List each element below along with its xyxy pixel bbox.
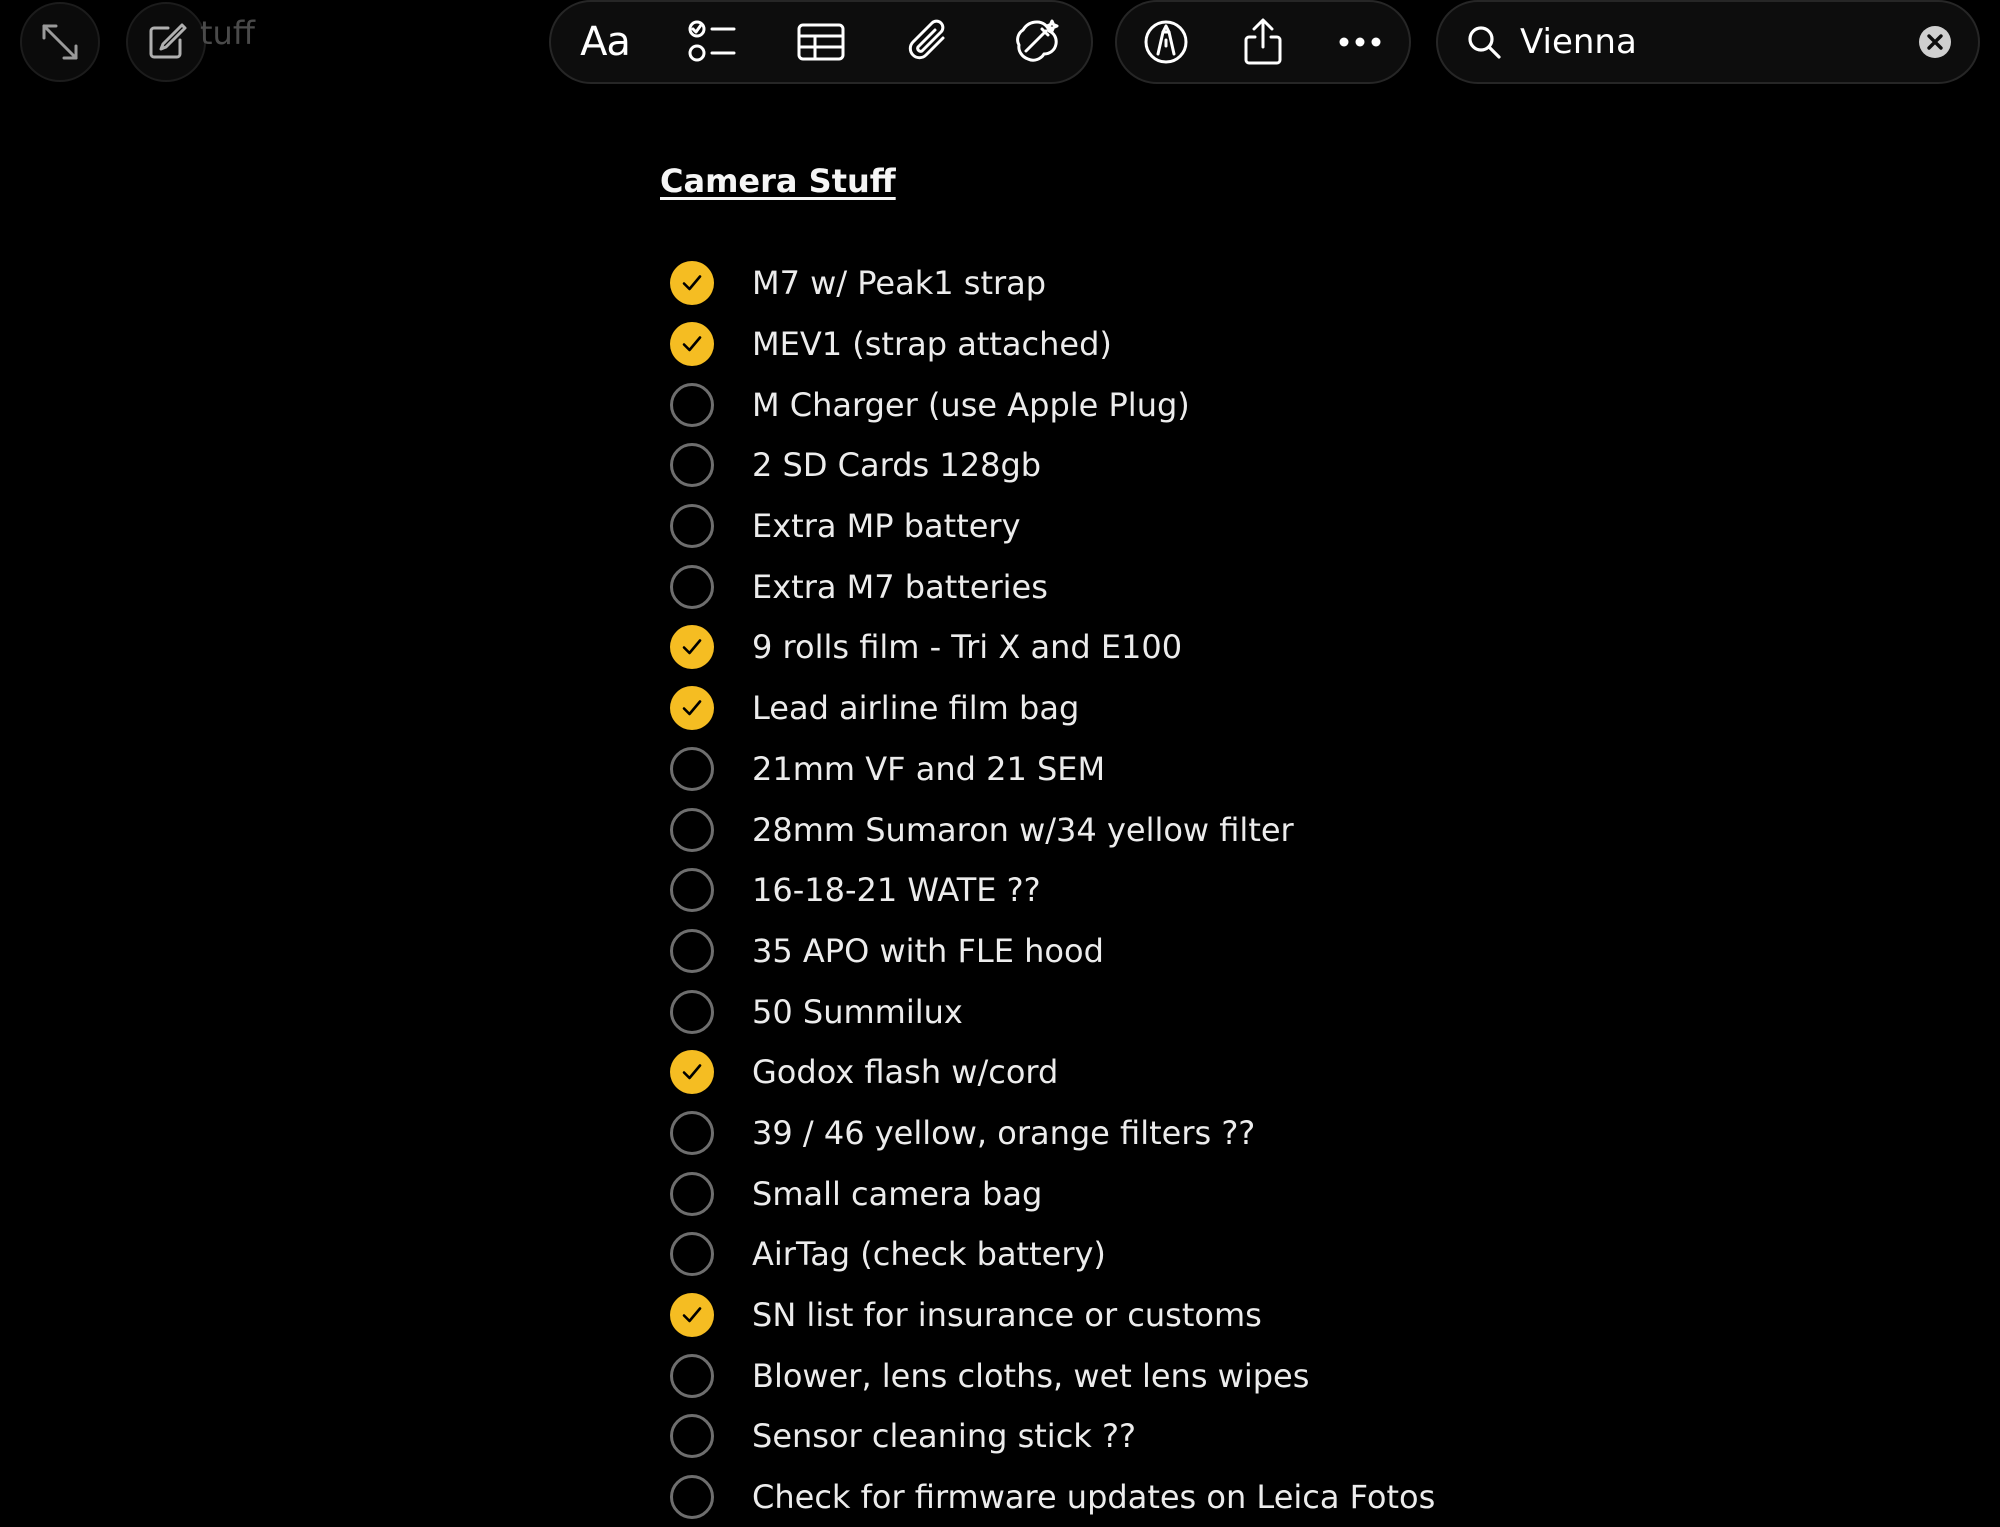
checklist-item-text[interactable]: Lead airline film bag xyxy=(752,689,1079,727)
search-icon xyxy=(1468,26,1501,59)
new-note-button[interactable] xyxy=(126,2,206,82)
checklist-item-text[interactable]: MEV1 (strap attached) xyxy=(752,325,1112,363)
checkbox-unchecked[interactable] xyxy=(670,504,714,549)
checklist-item-8[interactable]: Lead airline film bag xyxy=(670,678,1435,739)
checklist-item-text[interactable]: Sensor cleaning stick ?? xyxy=(752,1417,1136,1455)
checkbox-unchecked[interactable] xyxy=(670,1414,714,1459)
checklist-item-20[interactable]: Sensor cleaning stick ?? xyxy=(670,1406,1435,1467)
writing-tools-icon xyxy=(1016,19,1059,62)
search-input[interactable]: Vienna xyxy=(1520,22,1918,62)
checklist-button[interactable] xyxy=(659,2,767,82)
checklist-icon xyxy=(688,20,736,62)
checklist-item-text[interactable]: 28mm Sumaron w/34 yellow filter xyxy=(752,811,1294,849)
checkbox-checked[interactable] xyxy=(670,1293,714,1338)
checklist-item-text[interactable]: AirTag (check battery) xyxy=(752,1235,1106,1273)
checkbox-unchecked[interactable] xyxy=(670,1110,714,1155)
checkbox-checked[interactable] xyxy=(670,1050,714,1095)
checklist-item-text[interactable]: M Charger (use Apple Plug) xyxy=(752,386,1190,424)
checkmark-icon xyxy=(682,639,702,655)
checklist-item-13[interactable]: 50 Summilux xyxy=(670,981,1435,1042)
checklist-item-text[interactable]: Extra M7 batteries xyxy=(752,568,1048,606)
collapse-arrows-icon xyxy=(42,24,78,60)
note-title-faded: tuff xyxy=(200,14,255,52)
format-toolbar: Aa xyxy=(549,0,1093,84)
writing-tools-button[interactable] xyxy=(983,2,1091,82)
checkbox-unchecked[interactable] xyxy=(670,382,714,427)
note-heading: Camera Stuff xyxy=(660,162,896,200)
checkbox-unchecked[interactable] xyxy=(670,868,714,913)
checklist-item-12[interactable]: 35 APO with FLE hood xyxy=(670,921,1435,982)
checklist-item-16[interactable]: Small camera bag xyxy=(670,1163,1435,1224)
checklist-item-text[interactable]: Godox flash w/cord xyxy=(752,1053,1058,1091)
checklist: M7 w/ Peak1 strap MEV1 (strap attached) … xyxy=(670,253,1435,1527)
table-icon xyxy=(797,23,845,61)
checklist-item-text[interactable]: Small camera bag xyxy=(752,1175,1042,1213)
checklist-item-9[interactable]: 21mm VF and 21 SEM xyxy=(670,739,1435,800)
checkbox-checked[interactable] xyxy=(670,686,714,731)
checklist-item-text[interactable]: Check for firmware updates on Leica Foto… xyxy=(752,1478,1435,1516)
checkbox-unchecked[interactable] xyxy=(670,1353,714,1398)
share-icon xyxy=(1244,18,1282,65)
text-format-button[interactable]: Aa xyxy=(551,2,659,82)
checklist-item-4[interactable]: 2 SD Cards 128gb xyxy=(670,435,1435,496)
checklist-item-text[interactable]: Blower, lens cloths, wet lens wipes xyxy=(752,1357,1309,1395)
checkmark-icon xyxy=(682,275,702,291)
checklist-item-15[interactable]: 39 / 46 yellow, orange filters ?? xyxy=(670,1103,1435,1164)
checkbox-unchecked[interactable] xyxy=(670,1171,714,1216)
markup-pen-icon xyxy=(1144,20,1188,64)
checkbox-unchecked[interactable] xyxy=(670,443,714,488)
checkmark-icon xyxy=(682,336,702,352)
checkbox-checked[interactable] xyxy=(670,261,714,306)
checklist-item-text[interactable]: 16-18-21 WATE ?? xyxy=(752,871,1041,909)
checklist-item-19[interactable]: Blower, lens cloths, wet lens wipes xyxy=(670,1345,1435,1406)
checklist-item-5[interactable]: Extra MP battery xyxy=(670,496,1435,557)
checkmark-icon xyxy=(682,1064,702,1080)
checklist-item-1[interactable]: M7 w/ Peak1 strap xyxy=(670,253,1435,314)
checklist-item-3[interactable]: M Charger (use Apple Plug) xyxy=(670,374,1435,435)
checklist-item-text[interactable]: 39 / 46 yellow, orange filters ?? xyxy=(752,1114,1255,1152)
checkmark-icon xyxy=(682,1307,702,1323)
checkbox-unchecked[interactable] xyxy=(670,564,714,609)
checklist-item-text[interactable]: 2 SD Cards 128gb xyxy=(752,446,1041,484)
checkbox-unchecked[interactable] xyxy=(670,1232,714,1277)
checklist-item-11[interactable]: 16-18-21 WATE ?? xyxy=(670,860,1435,921)
checklist-item-text[interactable]: 50 Summilux xyxy=(752,993,963,1031)
checklist-item-21[interactable]: Check for firmware updates on Leica Foto… xyxy=(670,1467,1435,1527)
checkbox-unchecked[interactable] xyxy=(670,989,714,1034)
checklist-item-text[interactable]: 9 rolls film - Tri X and E100 xyxy=(752,628,1182,666)
search-bar[interactable]: Vienna xyxy=(1436,0,1980,84)
share-button[interactable] xyxy=(1214,2,1311,82)
more-button[interactable] xyxy=(1312,2,1409,82)
checklist-item-17[interactable]: AirTag (check battery) xyxy=(670,1224,1435,1285)
text-format-label: Aa xyxy=(580,19,631,65)
checkbox-unchecked[interactable] xyxy=(670,746,714,791)
attachment-button[interactable] xyxy=(875,2,983,82)
collapse-button[interactable] xyxy=(20,2,100,82)
clear-icon[interactable] xyxy=(1918,25,1952,59)
checklist-item-text[interactable]: SN list for insurance or customs xyxy=(752,1296,1262,1334)
checklist-item-2[interactable]: MEV1 (strap attached) xyxy=(670,314,1435,375)
checkbox-unchecked[interactable] xyxy=(670,807,714,852)
paperclip-icon xyxy=(908,19,945,60)
checklist-item-10[interactable]: 28mm Sumaron w/34 yellow filter xyxy=(670,799,1435,860)
checkbox-unchecked[interactable] xyxy=(670,928,714,973)
checkbox-checked[interactable] xyxy=(670,322,714,367)
more-ellipsis-icon xyxy=(1339,37,1381,47)
checklist-item-18[interactable]: SN list for insurance or customs xyxy=(670,1285,1435,1346)
markup-button[interactable] xyxy=(1117,2,1214,82)
checklist-item-text[interactable]: Extra MP battery xyxy=(752,507,1021,545)
checklist-item-6[interactable]: Extra M7 batteries xyxy=(670,556,1435,617)
checklist-item-text[interactable]: M7 w/ Peak1 strap xyxy=(752,264,1046,302)
checkmark-icon xyxy=(682,700,702,716)
checkbox-checked[interactable] xyxy=(670,625,714,670)
checklist-item-7[interactable]: 9 rolls film - Tri X and E100 xyxy=(670,617,1435,678)
table-button[interactable] xyxy=(767,2,875,82)
checklist-item-14[interactable]: Godox flash w/cord xyxy=(670,1042,1435,1103)
compose-icon xyxy=(149,23,187,59)
checkbox-unchecked[interactable] xyxy=(670,1475,714,1520)
action-toolbar xyxy=(1115,0,1411,84)
checklist-item-text[interactable]: 35 APO with FLE hood xyxy=(752,932,1104,970)
checklist-item-text[interactable]: 21mm VF and 21 SEM xyxy=(752,750,1105,788)
